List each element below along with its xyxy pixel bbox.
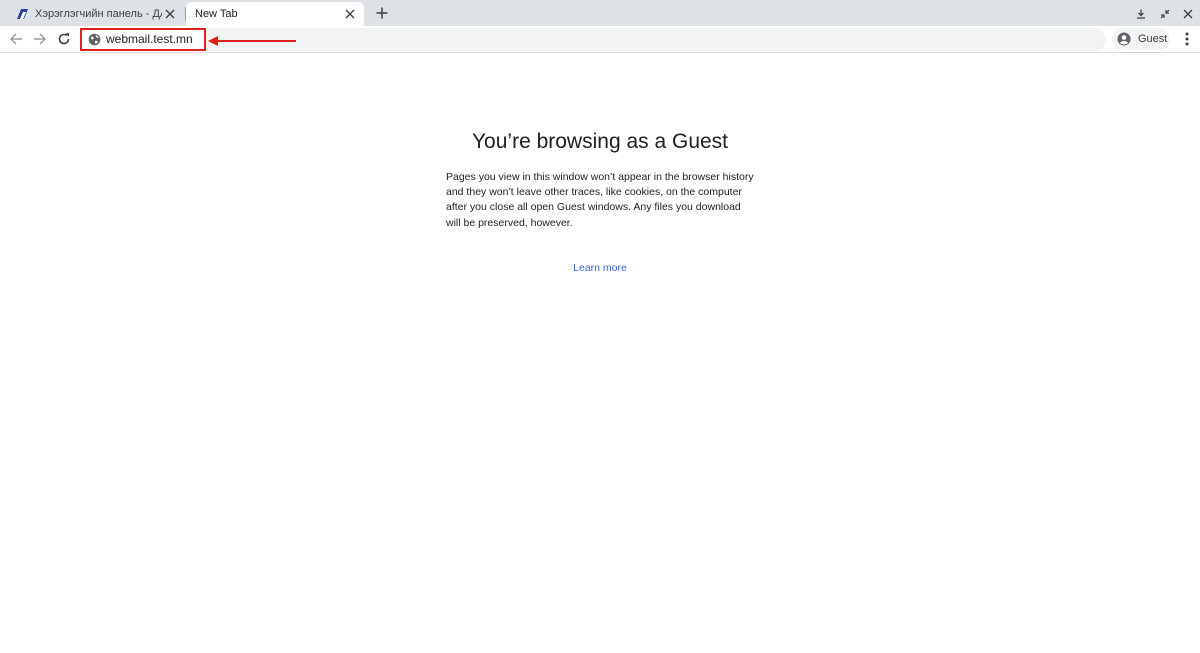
minimize-button[interactable] (1133, 6, 1149, 22)
profile-button[interactable]: Guest (1112, 28, 1170, 50)
arrow-back-icon (9, 33, 22, 45)
restore-button[interactable] (1157, 6, 1173, 22)
forward-button[interactable] (30, 29, 50, 49)
new-tab-button[interactable] (372, 4, 392, 22)
guest-page: You’re browsing as a Guest Pages you vie… (0, 54, 1200, 653)
user-circle-icon (1117, 32, 1131, 46)
reload-icon (58, 33, 70, 45)
more-vert-icon (1185, 32, 1189, 46)
learn-more-text[interactable]: Learn more (573, 262, 627, 274)
restore-icon (1160, 9, 1170, 19)
download-icon (1137, 9, 1145, 19)
close-window-button[interactable] (1180, 6, 1196, 22)
plus-icon (376, 7, 388, 19)
arrow-forward-icon (34, 33, 47, 45)
close-icon[interactable] (162, 6, 178, 22)
datacom-favicon-icon (15, 7, 29, 21)
browser-menu-button[interactable] (1178, 30, 1196, 48)
page-title: You’re browsing as a Guest (471, 130, 729, 153)
tab-new-tab[interactable]: New Tab (186, 2, 364, 26)
back-button[interactable] (6, 29, 26, 49)
learn-more-link[interactable]: Learn more (0, 262, 1200, 274)
guest-description: Pages you view in this window won’t appe… (446, 171, 754, 229)
tab-strip: Хэрэглэгчийн панель - ДАТАК New Tab (0, 0, 1200, 26)
tab-user-panel[interactable]: Хэрэглэгчийн панель - ДАТАК (6, 2, 184, 26)
close-icon[interactable] (342, 6, 358, 22)
annotation-arrow-icon (208, 36, 296, 46)
close-icon (1183, 9, 1193, 19)
tab-title: Хэрэглэгчийн панель - ДАТАК (35, 8, 162, 20)
browser-toolbar: webmail.test.mn Guest (0, 26, 1200, 53)
globe-icon[interactable] (88, 33, 101, 46)
url-text[interactable]: webmail.test.mn (106, 32, 193, 46)
tab-title: New Tab (195, 8, 238, 20)
profile-label: Guest (1138, 33, 1168, 45)
reload-button[interactable] (54, 29, 74, 49)
